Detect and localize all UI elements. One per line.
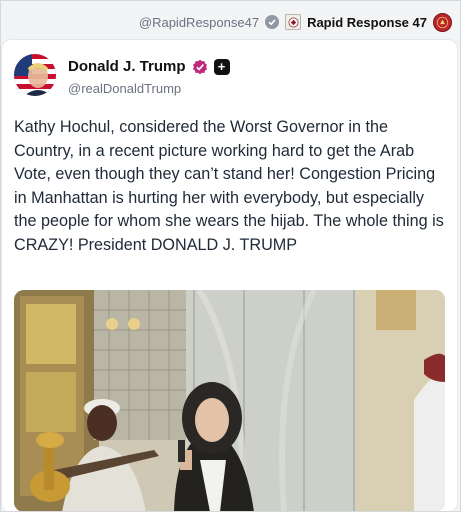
rapid-response-logo-icon bbox=[433, 12, 452, 32]
verified-badge-icon bbox=[192, 59, 208, 75]
avatar[interactable] bbox=[14, 54, 56, 96]
author-name-row: Donald J. Trump + bbox=[68, 58, 230, 75]
author-name[interactable]: Donald J. Trump bbox=[68, 58, 186, 75]
plus-icon[interactable]: + bbox=[213, 58, 230, 75]
seal-icon bbox=[285, 14, 302, 30]
source-bar: @RapidResponse47 Rapid Response 47 bbox=[139, 11, 452, 33]
author-handle[interactable]: @realDonaldTrump bbox=[68, 81, 181, 96]
source-name[interactable]: Rapid Response 47 bbox=[307, 15, 427, 30]
verified-badge-icon bbox=[265, 15, 280, 29]
screenshot-frame: @RapidResponse47 Rapid Response 47 Donal… bbox=[0, 0, 461, 512]
post-media-photo[interactable] bbox=[14, 290, 445, 511]
post-card[interactable]: Donald J. Trump + @realDonaldTrump Kathy… bbox=[1, 39, 458, 511]
source-handle[interactable]: @RapidResponse47 bbox=[139, 15, 259, 30]
post-body: Kathy Hochul, considered the Worst Gover… bbox=[14, 118, 444, 254]
